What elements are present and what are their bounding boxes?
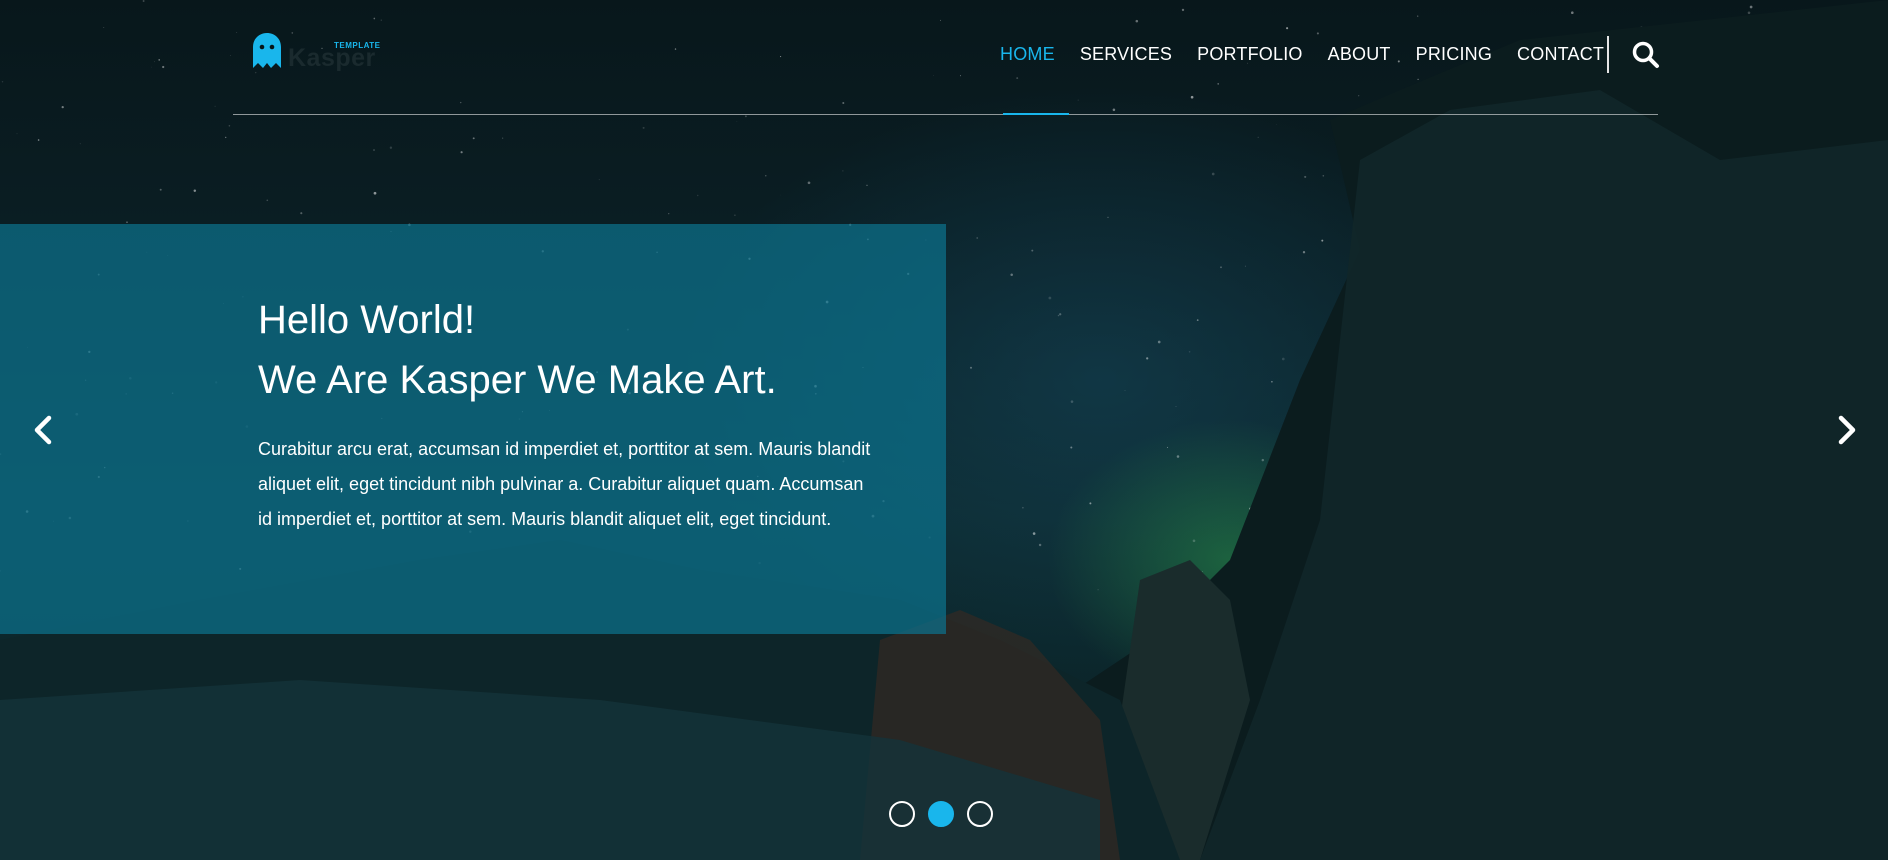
hero-slider: Kasper TEMPLATE HOME SERVICES PORTFOLIO … [0,0,1888,860]
nav-link-portfolio[interactable]: PORTFOLIO [1197,42,1303,66]
site-logo[interactable]: Kasper TEMPLATE [250,32,380,72]
nav-link-home[interactable]: HOME [1000,42,1055,66]
slide-heading: Hello World! We Are Kasper We Make Art. [258,290,918,410]
slider-next-button[interactable] [1825,410,1865,450]
nav-divider [1607,36,1609,73]
nav-link-about[interactable]: ABOUT [1328,42,1391,66]
active-nav-indicator [1003,113,1069,115]
nav-link-services[interactable]: SERVICES [1080,42,1172,66]
slide-heading-line-2: We Are Kasper We Make Art. [258,358,777,402]
search-icon [1632,41,1659,68]
slider-pagination [889,801,1006,827]
chevron-left-icon [34,415,52,445]
slide-heading-line-1: Hello World! [258,298,476,342]
nav-link-pricing[interactable]: PRICING [1416,42,1492,66]
slide-caption-panel [0,224,946,634]
ghost-icon [253,33,281,68]
nav-link-contact[interactable]: CONTACT [1517,42,1604,66]
logo-tagline: TEMPLATE [334,41,381,50]
slider-dot-3[interactable] [967,801,993,827]
main-nav: HOME SERVICES PORTFOLIO ABOUT PRICING CO… [1000,42,1629,66]
search-button[interactable] [1631,40,1661,70]
slider-dot-2[interactable] [928,801,954,827]
slider-dot-1[interactable] [889,801,915,827]
chevron-right-icon [1838,415,1856,445]
header-divider [233,114,1658,115]
slider-prev-button[interactable] [25,410,65,450]
slide-description: Curabitur arcu erat, accumsan id imperdi… [258,439,871,529]
